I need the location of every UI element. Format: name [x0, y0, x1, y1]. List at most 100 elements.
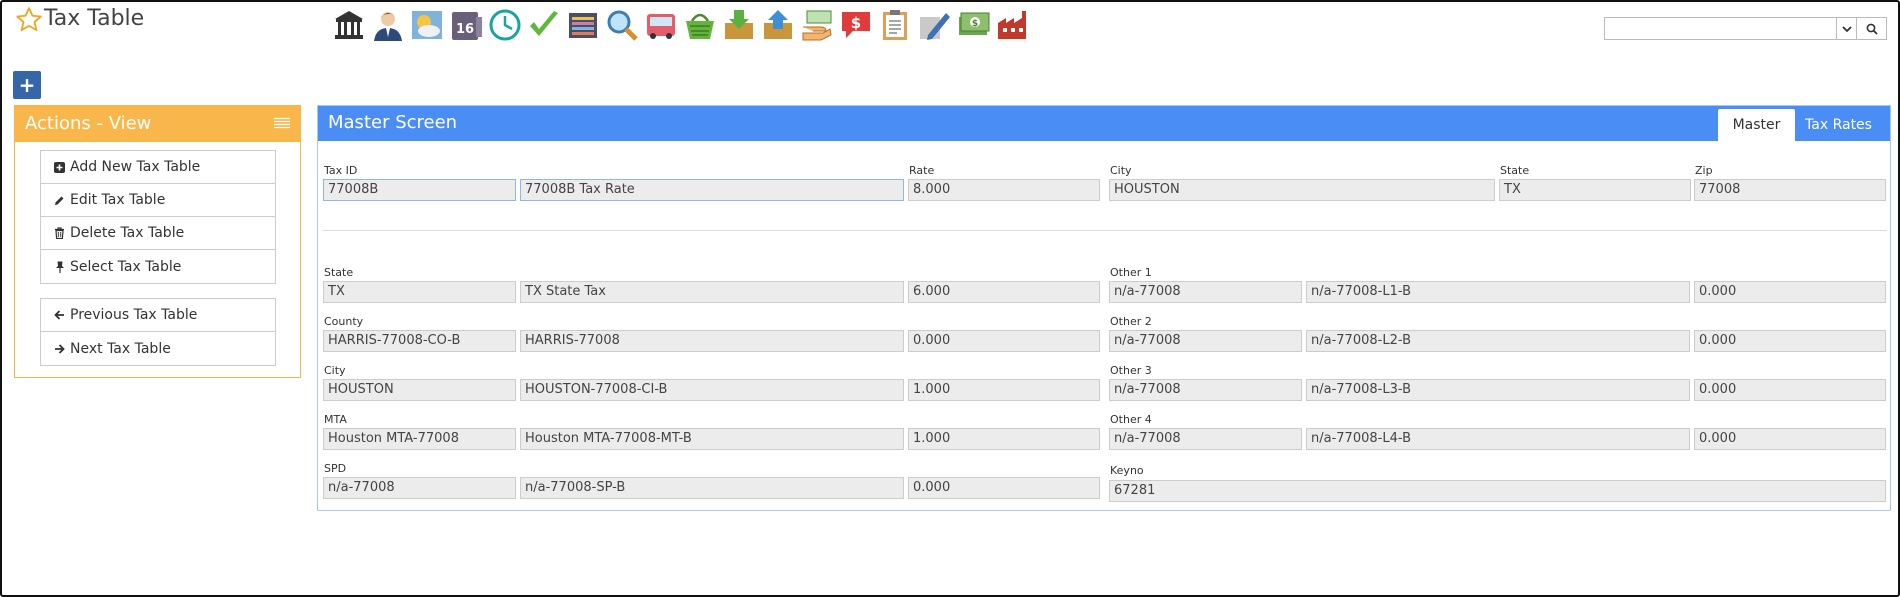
checkmark-icon[interactable] — [525, 6, 563, 44]
state-tax-desc-field[interactable]: TX State Tax — [520, 281, 904, 303]
money-stack-icon[interactable]: $ — [954, 6, 992, 44]
favorite-star-icon[interactable] — [14, 5, 44, 35]
edit-tax-table-button[interactable]: Edit Tax Table — [41, 184, 275, 217]
city-tax-rate-field[interactable]: 1.000 — [908, 379, 1100, 401]
other1-label: Other 1 — [1110, 266, 1152, 279]
other3-code-field[interactable]: n/a-77008 — [1109, 379, 1302, 401]
download-box-icon[interactable] — [720, 6, 758, 44]
other4-rate-field[interactable]: 0.000 — [1694, 428, 1886, 450]
other2-label: Other 2 — [1110, 315, 1152, 328]
next-tax-table-button[interactable]: Next Tax Table — [41, 332, 275, 365]
actions-title: Actions - View — [25, 113, 152, 134]
other2-desc-field[interactable]: n/a-77008-L2-B — [1306, 330, 1690, 352]
other1-rate-field[interactable]: 0.000 — [1694, 281, 1886, 303]
pencil-icon — [54, 194, 65, 206]
bank-icon[interactable] — [330, 6, 368, 44]
zip-label: Zip — [1695, 164, 1713, 177]
state-tax-rate-field[interactable]: 6.000 — [908, 281, 1100, 303]
county-rate-field[interactable]: 0.000 — [908, 330, 1100, 352]
rate-field[interactable]: 8.000 — [908, 179, 1100, 201]
weather-icon[interactable] — [408, 6, 446, 44]
nav-label: Previous Tax Table — [70, 307, 198, 323]
clock-icon[interactable] — [486, 6, 524, 44]
upload-box-icon[interactable] — [759, 6, 797, 44]
state-tax-label: State — [324, 266, 354, 279]
other1-desc-field[interactable]: n/a-77008-L1-B — [1306, 281, 1690, 303]
other3-desc-field[interactable]: n/a-77008-L3-B — [1306, 379, 1690, 401]
chat-dollar-icon[interactable]: $ — [837, 6, 875, 44]
rate-label: Rate — [909, 164, 935, 177]
city-tax-desc-field[interactable]: HOUSTON-77008-CI-B — [520, 379, 904, 401]
svg-text:$: $ — [972, 19, 978, 29]
action-label: Select Tax Table — [70, 258, 182, 275]
city-tax-label: City — [324, 364, 346, 377]
toolbar: 16 $ $ — [330, 6, 1031, 44]
clipboard-icon[interactable] — [876, 6, 914, 44]
trash-icon — [54, 227, 65, 239]
state-label: State — [1500, 164, 1530, 177]
city-label: City — [1110, 164, 1132, 177]
page-title: Tax Table — [44, 6, 145, 31]
search-icon — [1866, 23, 1878, 35]
user-icon[interactable] — [369, 6, 407, 44]
mta-label: MTA — [324, 413, 347, 426]
basket-icon[interactable] — [681, 6, 719, 44]
mta-rate-field[interactable]: 1.000 — [908, 428, 1100, 450]
select-tax-table-button[interactable]: Select Tax Table — [41, 250, 275, 283]
tax-description-field[interactable]: 77008B Tax Rate — [520, 179, 904, 201]
add-button[interactable]: + — [13, 71, 41, 99]
calendar-icon[interactable]: 16 — [447, 6, 485, 44]
other4-desc-field[interactable]: n/a-77008-L4-B — [1306, 428, 1690, 450]
register-icon[interactable] — [564, 6, 602, 44]
keyno-field[interactable]: 67281 — [1109, 480, 1886, 502]
spd-desc-field[interactable]: n/a-77008-SP-B — [520, 477, 904, 499]
hamburger-menu-icon[interactable] — [274, 117, 290, 130]
tax-id-field[interactable]: 77008B — [323, 179, 516, 201]
mta-desc-field[interactable]: Houston MTA-77008-MT-B — [520, 428, 904, 450]
actions-header: Actions - View — [15, 106, 300, 142]
plus-square-icon — [54, 161, 65, 173]
cash-hand-icon[interactable] — [798, 6, 836, 44]
tab-master[interactable]: Master — [1718, 109, 1795, 141]
master-title: Master Screen — [328, 112, 458, 133]
spd-code-field[interactable]: n/a-77008 — [323, 477, 516, 499]
add-new-tax-table-button[interactable]: Add New Tax Table — [41, 151, 275, 184]
action-label: Add New Tax Table — [70, 159, 201, 175]
bus-icon[interactable] — [642, 6, 680, 44]
arrow-left-icon — [54, 309, 65, 321]
factory-icon[interactable] — [993, 6, 1031, 44]
section-divider — [323, 230, 1887, 231]
search-input[interactable] — [1605, 18, 1836, 39]
tax-id-label: Tax ID — [324, 164, 358, 177]
spd-rate-field[interactable]: 0.000 — [908, 477, 1100, 499]
magnifier-icon[interactable] — [603, 6, 641, 44]
city-tax-code-field[interactable]: HOUSTON — [323, 379, 516, 401]
other3-rate-field[interactable]: 0.000 — [1694, 379, 1886, 401]
action-label: Delete Tax Table — [70, 225, 185, 241]
city-field[interactable]: HOUSTON — [1109, 179, 1495, 201]
tab-tax-rates[interactable]: Tax Rates — [1795, 109, 1882, 141]
other2-code-field[interactable]: n/a-77008 — [1109, 330, 1302, 352]
actions-list: Add New Tax Table Edit Tax Table Delete … — [40, 150, 276, 284]
other4-code-field[interactable]: n/a-77008 — [1109, 428, 1302, 450]
search-dropdown-button[interactable] — [1836, 18, 1856, 39]
other2-rate-field[interactable]: 0.000 — [1694, 330, 1886, 352]
previous-tax-table-button[interactable]: Previous Tax Table — [41, 299, 275, 332]
spd-label: SPD — [324, 462, 347, 475]
search-button[interactable] — [1856, 18, 1886, 39]
master-panel: Master Screen Master Tax Rates Tax ID 77… — [317, 105, 1891, 511]
county-desc-field[interactable]: HARRIS-77008 — [520, 330, 904, 352]
state-field[interactable]: TX — [1499, 179, 1691, 201]
pencil-ruler-icon[interactable] — [915, 6, 953, 44]
other4-label: Other 4 — [1110, 413, 1152, 426]
calendar-day-text: 16 — [456, 22, 474, 37]
mta-code-field[interactable]: Houston MTA-77008 — [323, 428, 516, 450]
chevron-down-icon — [1841, 25, 1852, 32]
delete-tax-table-button[interactable]: Delete Tax Table — [41, 217, 275, 250]
other1-code-field[interactable]: n/a-77008 — [1109, 281, 1302, 303]
zip-field[interactable]: 77008 — [1694, 179, 1886, 201]
master-header: Master Screen Master Tax Rates — [318, 106, 1890, 141]
county-code-field[interactable]: HARRIS-77008-CO-B — [323, 330, 516, 352]
svg-text:$: $ — [851, 14, 861, 32]
state-tax-code-field[interactable]: TX — [323, 281, 516, 303]
